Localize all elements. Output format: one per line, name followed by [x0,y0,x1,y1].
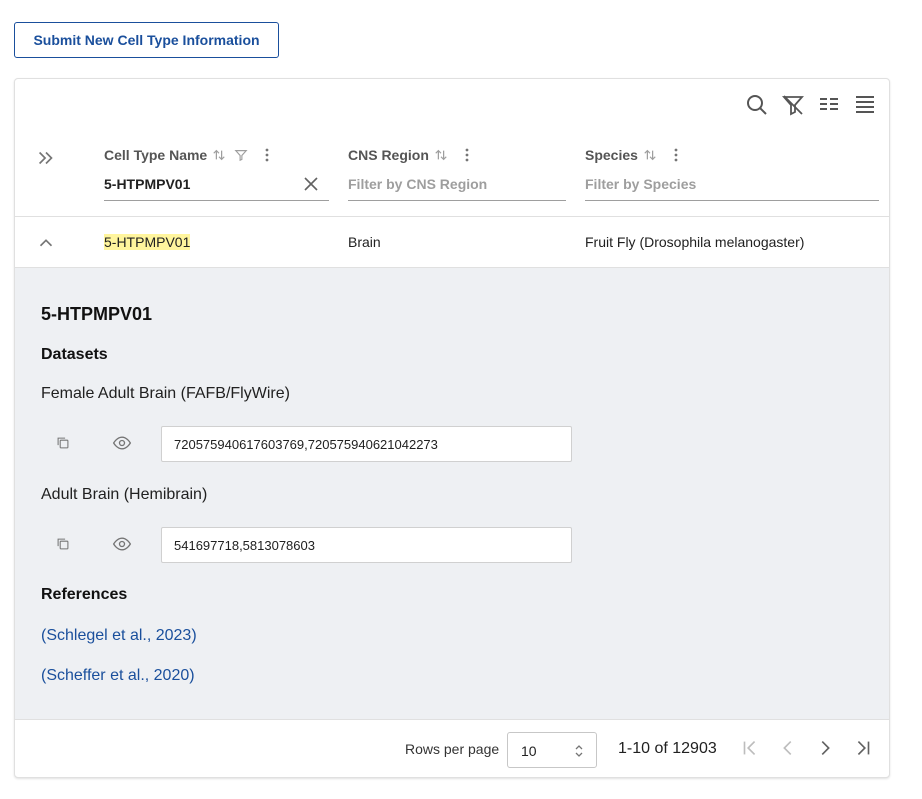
column-species: Species [585,135,879,217]
datasets-heading: Datasets [41,346,108,363]
cell-type-name-cell: 5-HTPMPV01 [104,234,191,250]
sort-icon[interactable] [433,147,449,163]
column-title: Species [585,147,638,163]
table-row[interactable]: 5-HTPMPV01 Brain Fruit Fly (Drosophila m… [15,218,889,268]
copy-icon[interactable] [53,534,73,554]
cns-region-filter[interactable] [348,167,566,201]
rows-per-page-select[interactable]: 10 [507,732,597,768]
submit-cell-type-button[interactable]: Submit New Cell Type Information [14,22,279,58]
column-cell-type-name: Cell Type Name [104,135,329,217]
species-filter[interactable] [585,167,879,201]
pagination-bar: Rows per page 10 1-10 of 12903 [15,721,889,777]
cell-type-name-filter[interactable] [104,167,329,201]
clear-filter-icon[interactable] [302,175,320,193]
eye-icon[interactable] [112,433,132,453]
row-detail-panel: 5-HTPMPV01 Datasets Female Adult Brain (… [15,268,889,720]
column-menu-icon[interactable] [459,147,475,163]
dataset-name: Adult Brain (Hemibrain) [41,486,208,503]
cell-type-table: Cell Type Name CNS Region Species [14,78,890,778]
cns-region-cell: Brain [348,234,381,250]
eye-icon[interactable] [112,534,132,554]
sort-icon[interactable] [211,147,227,163]
chevron-updown-icon [572,743,586,759]
columns-icon[interactable] [851,91,879,119]
neuron-ids-field[interactable] [161,426,572,462]
last-page-icon[interactable] [851,736,875,760]
chevron-up-icon[interactable] [35,232,57,254]
clear-filters-icon[interactable] [779,91,807,119]
page-range: 1-10 of 12903 [618,740,717,757]
filter-icon[interactable] [233,147,249,163]
column-title: CNS Region [348,147,429,163]
neuron-ids-field[interactable] [161,527,572,563]
first-page-icon[interactable] [738,736,762,760]
copy-icon[interactable] [53,433,73,453]
sort-icon[interactable] [642,147,658,163]
table-header: Cell Type Name CNS Region Species [15,135,889,217]
column-menu-icon[interactable] [668,147,684,163]
column-cns-region: CNS Region [348,135,566,217]
previous-page-icon[interactable] [776,736,800,760]
rows-per-page-value: 10 [521,743,537,759]
column-menu-icon[interactable] [259,147,275,163]
search-icon[interactable] [743,91,771,119]
next-page-icon[interactable] [813,736,837,760]
references-heading: References [41,586,128,603]
species-cell: Fruit Fly (Drosophila melanogaster) [585,234,805,250]
detail-title: 5-HTPMPV01 [41,304,153,324]
reference-link[interactable]: (Scheffer et al., 2020) [41,667,195,685]
reference-link[interactable]: (Schlegel et al., 2023) [41,627,197,645]
density-icon[interactable] [815,91,843,119]
dataset-name: Female Adult Brain (FAFB/FlyWire) [41,385,290,402]
expand-all-icon[interactable] [35,147,57,169]
column-title: Cell Type Name [104,147,208,163]
rows-per-page-label: Rows per page [405,741,500,757]
